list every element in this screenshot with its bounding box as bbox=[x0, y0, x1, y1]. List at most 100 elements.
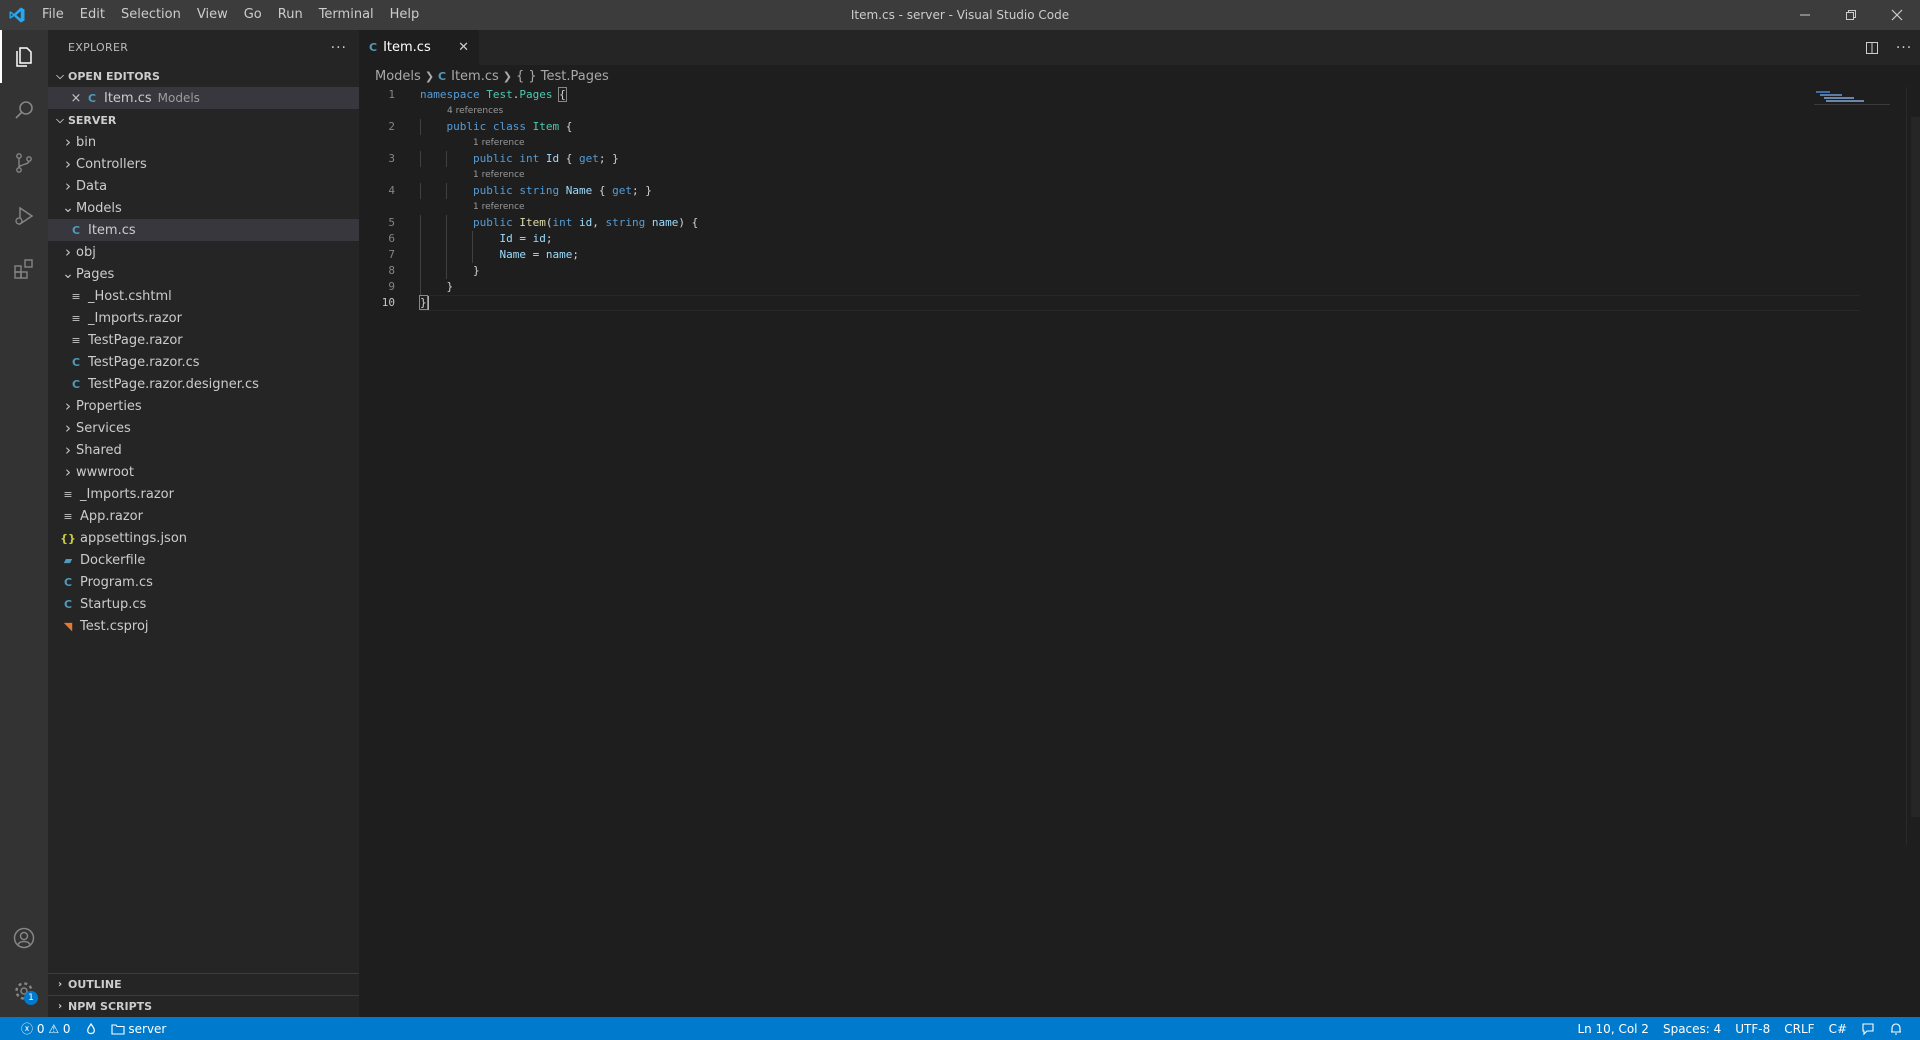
tree-folder[interactable]: › Data bbox=[48, 175, 359, 197]
tree-folder[interactable]: › Controllers bbox=[48, 153, 359, 175]
tree-folder[interactable]: ⌄ Models bbox=[48, 197, 359, 219]
menu-view[interactable]: View bbox=[189, 0, 236, 30]
tree-file[interactable]: ◥ Test.csproj bbox=[48, 615, 359, 637]
code-line: 3 public int Id { get; } bbox=[359, 151, 1920, 167]
tree-file[interactable]: ≡ App.razor bbox=[48, 505, 359, 527]
minimap[interactable] bbox=[1814, 87, 1890, 127]
tree-file[interactable]: C Item.cs bbox=[48, 219, 359, 241]
tree-item-label: Shared bbox=[76, 442, 122, 458]
folder-name: server bbox=[128, 1021, 167, 1036]
feedback-icon[interactable] bbox=[1854, 1022, 1882, 1036]
code-line: 7 Name = name; bbox=[359, 247, 1920, 263]
tree-item-label: _Host.cshtml bbox=[88, 288, 172, 304]
problems-indicator[interactable]: ⓧ 0 ⚠ 0 bbox=[14, 1020, 78, 1037]
menu-help[interactable]: Help bbox=[382, 0, 428, 30]
tree-file[interactable]: C Startup.cs bbox=[48, 593, 359, 615]
line-number: 1 bbox=[388, 88, 395, 101]
npm-scripts-section[interactable]: › NPM SCRIPTS bbox=[48, 995, 359, 1017]
close-tab-icon[interactable]: ✕ bbox=[458, 40, 469, 55]
chevron-right-icon: › bbox=[65, 419, 71, 437]
editor-area: C Item.cs ✕ ··· Models ❯ C Item.cs ❯ { }… bbox=[359, 30, 1920, 1017]
tree-folder[interactable]: › bin bbox=[48, 131, 359, 153]
csharp-file-icon: C bbox=[87, 91, 97, 105]
text-cursor bbox=[426, 296, 429, 310]
tree-file[interactable]: ≡ _Imports.razor bbox=[48, 307, 359, 329]
source-control-icon[interactable] bbox=[0, 136, 48, 189]
menu-selection[interactable]: Selection bbox=[113, 0, 189, 30]
breadcrumb-namespace[interactable]: { } Test.Pages bbox=[516, 69, 609, 84]
line-number: 8 bbox=[388, 264, 395, 277]
explorer-icon[interactable] bbox=[0, 30, 48, 83]
tree-file[interactable]: C Program.cs bbox=[48, 571, 359, 593]
error-count: 0 bbox=[36, 1021, 45, 1036]
chevron-right-icon: ❯ bbox=[502, 69, 512, 83]
folder-indicator[interactable]: server bbox=[104, 1022, 174, 1036]
live-share-icon[interactable] bbox=[78, 1022, 104, 1035]
menu-terminal[interactable]: Terminal bbox=[311, 0, 382, 30]
tree-folder[interactable]: › obj bbox=[48, 241, 359, 263]
tree-file[interactable]: ≡ _Host.cshtml bbox=[48, 285, 359, 307]
code-line: 1 namespace Test.Pages { bbox=[359, 87, 1920, 103]
chevron-down-icon: ⌄ bbox=[62, 266, 74, 282]
vertical-scrollbar[interactable] bbox=[1906, 87, 1920, 845]
folder-icon bbox=[110, 1023, 125, 1035]
more-actions-icon[interactable]: ··· bbox=[331, 40, 347, 56]
cursor-position[interactable]: Ln 10, Col 2 bbox=[1570, 1022, 1656, 1036]
breadcrumb: Models ❯ C Item.cs ❯ { } Test.Pages bbox=[359, 65, 1920, 87]
tree-item-label: TestPage.razor bbox=[88, 332, 183, 348]
open-editor-item[interactable]: × C Item.cs Models bbox=[48, 87, 359, 109]
open-editors-section[interactable]: ⌵ OPEN EDITORS bbox=[48, 65, 359, 87]
warning-count: 0 bbox=[62, 1021, 71, 1036]
language-mode[interactable]: C# bbox=[1822, 1022, 1854, 1036]
extensions-icon[interactable] bbox=[0, 242, 48, 295]
accounts-icon[interactable] bbox=[0, 911, 48, 964]
menu-edit[interactable]: Edit bbox=[72, 0, 113, 30]
activity-bar: 1 bbox=[0, 30, 48, 1017]
tree-file[interactable]: ≡ _Imports.razor bbox=[48, 483, 359, 505]
tree-folder[interactable]: › Shared bbox=[48, 439, 359, 461]
code-editor[interactable]: 1 namespace Test.Pages { 4 references 2 p… bbox=[359, 87, 1920, 311]
tab-item-cs[interactable]: C Item.cs ✕ bbox=[359, 30, 479, 65]
tree-folder[interactable]: › wwwroot bbox=[48, 461, 359, 483]
tree-folder[interactable]: › Properties bbox=[48, 395, 359, 417]
breadcrumb-file[interactable]: Item.cs bbox=[451, 69, 499, 84]
restore-button[interactable] bbox=[1828, 0, 1874, 30]
tree-folder[interactable]: › Services bbox=[48, 417, 359, 439]
close-window-button[interactable] bbox=[1874, 0, 1920, 30]
minimize-button[interactable] bbox=[1782, 0, 1828, 30]
codelens-references[interactable]: 1 reference bbox=[359, 199, 1920, 215]
tree-file[interactable]: ≡ TestPage.razor bbox=[48, 329, 359, 351]
indentation[interactable]: Spaces: 4 bbox=[1656, 1022, 1728, 1036]
codelens-references[interactable]: 1 reference bbox=[359, 135, 1920, 151]
csharp-file-icon: C bbox=[71, 223, 81, 237]
csharp-file-icon: C bbox=[71, 355, 81, 369]
text-file-icon: ≡ bbox=[71, 333, 81, 347]
scrollbar-thumb[interactable] bbox=[1911, 117, 1920, 817]
title-bar: File Edit Selection View Go Run Terminal… bbox=[0, 0, 1920, 30]
notifications-bell-icon[interactable] bbox=[1882, 1022, 1910, 1036]
run-debug-icon[interactable] bbox=[0, 189, 48, 242]
tree-file[interactable]: {} appsettings.json bbox=[48, 527, 359, 549]
menu-file[interactable]: File bbox=[34, 0, 72, 30]
warning-icon: ⚠ bbox=[48, 1021, 60, 1036]
menu-run[interactable]: Run bbox=[270, 0, 311, 30]
server-folder-title: SERVER bbox=[68, 113, 117, 127]
manage-gear-icon[interactable]: 1 bbox=[0, 964, 48, 1017]
split-editor-icon[interactable] bbox=[1856, 41, 1888, 55]
outline-section[interactable]: › OUTLINE bbox=[48, 973, 359, 995]
tree-file[interactable]: C TestPage.razor.cs bbox=[48, 351, 359, 373]
tree-item-label: TestPage.razor.cs bbox=[88, 354, 200, 370]
encoding[interactable]: UTF-8 bbox=[1728, 1022, 1777, 1036]
tree-file[interactable]: ▰ Dockerfile bbox=[48, 549, 359, 571]
end-of-line[interactable]: CRLF bbox=[1777, 1022, 1821, 1036]
codelens-references[interactable]: 1 reference bbox=[359, 167, 1920, 183]
breadcrumb-models[interactable]: Models bbox=[375, 69, 421, 84]
server-folder-section[interactable]: ⌵ SERVER bbox=[48, 109, 359, 131]
editor-more-actions-icon[interactable]: ··· bbox=[1888, 40, 1920, 56]
menu-go[interactable]: Go bbox=[236, 0, 270, 30]
close-editor-icon[interactable]: × bbox=[68, 91, 84, 106]
tree-folder[interactable]: ⌄ Pages bbox=[48, 263, 359, 285]
codelens-references[interactable]: 4 references bbox=[359, 103, 1920, 119]
tree-file[interactable]: C TestPage.razor.designer.cs bbox=[48, 373, 359, 395]
search-icon[interactable] bbox=[0, 83, 48, 136]
